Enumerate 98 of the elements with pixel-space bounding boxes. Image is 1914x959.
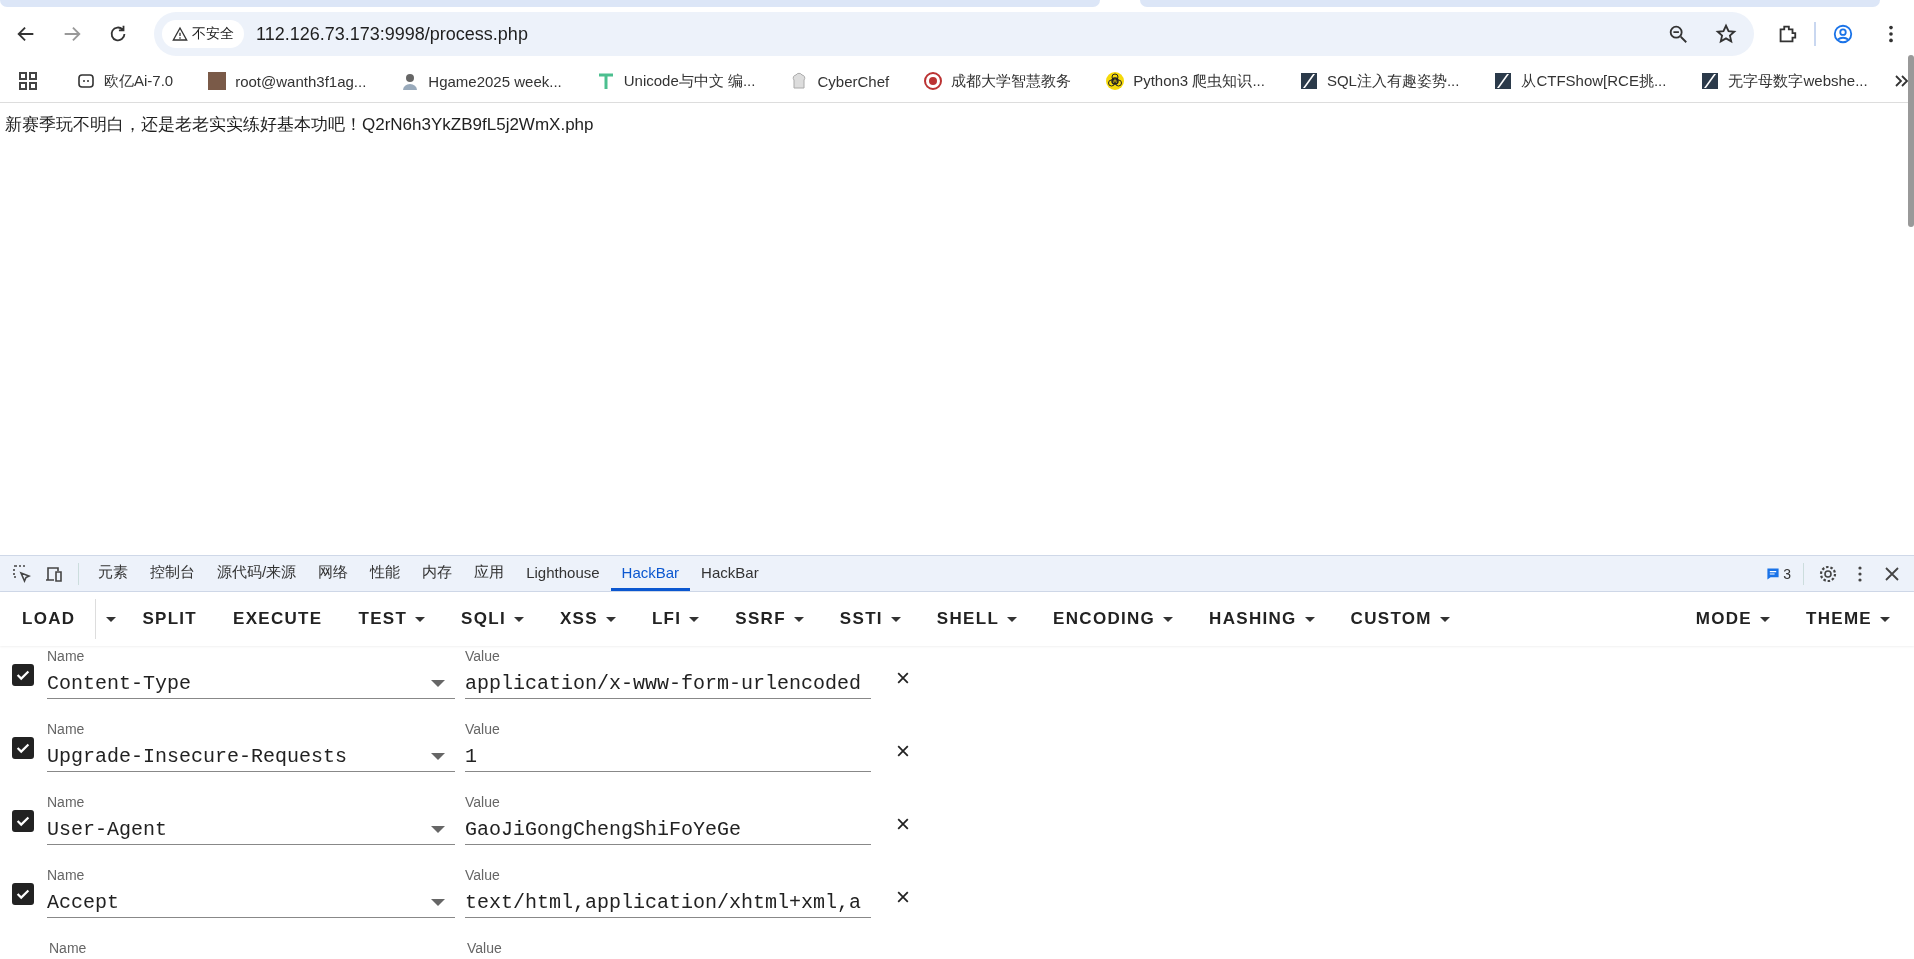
caret-icon — [431, 825, 445, 833]
caret-icon — [431, 679, 445, 687]
star-icon[interactable] — [1715, 23, 1737, 45]
checkbox[interactable] — [12, 664, 34, 686]
address-bar[interactable]: 不安全 112.126.73.173:9998/process.php — [154, 12, 1754, 56]
dropdown-menu-button[interactable]: CUSTOM — [1332, 599, 1468, 639]
devtools-tab[interactable]: 源代码/来源 — [206, 556, 308, 591]
bookmark[interactable]: 欧亿Ai-7.0 — [66, 67, 184, 95]
caret-icon — [689, 616, 700, 622]
devtools-tab[interactable]: 内存 — [411, 556, 464, 591]
devtools-tab[interactable]: Lighthouse — [515, 556, 611, 591]
bookmark[interactable]: 无字母数字webshe... — [1690, 67, 1878, 95]
dropdown-menu-button[interactable]: SSTI — [821, 599, 919, 639]
caret-icon — [1163, 616, 1174, 622]
header-value-field[interactable]: 1 — [465, 744, 871, 768]
slash-square-icon — [1298, 71, 1319, 91]
settings-icon[interactable] — [1818, 563, 1838, 584]
caret-icon — [1439, 616, 1450, 622]
dropdown-menu-button[interactable]: ENCODING — [1035, 599, 1192, 639]
dropdown-menu-button[interactable]: THEME — [1788, 599, 1908, 639]
devtools-tab[interactable]: 元素 — [87, 556, 139, 591]
caret-icon — [605, 616, 616, 622]
devtools-tab[interactable]: HackBar — [690, 556, 770, 591]
caret-icon — [514, 616, 524, 622]
checkbox[interactable] — [12, 883, 34, 905]
caret-icon — [1007, 616, 1018, 622]
caret-icon — [1304, 616, 1315, 622]
inspect-element-icon[interactable] — [12, 563, 32, 584]
dropdown-menu-button[interactable]: TEST — [340, 599, 444, 639]
bookmark[interactable]: Hgame2025 week... — [390, 67, 572, 95]
header-name-field[interactable]: User-Agent — [47, 817, 431, 841]
apps-grid-icon[interactable] — [18, 71, 38, 91]
caret-icon — [890, 616, 901, 622]
field-label: Name — [47, 648, 86, 664]
header-value-field[interactable]: application/x-www-form-urlencoded — [465, 671, 871, 695]
bookmark[interactable]: 成都大学智慧教务 — [913, 67, 1082, 95]
toolbar-button[interactable]: SPLIT — [124, 599, 216, 639]
checkbox[interactable] — [12, 810, 34, 832]
chat-bubble-icon — [76, 71, 96, 91]
caret-icon — [1760, 616, 1770, 622]
bookmark[interactable]: Unicode与中文 编... — [585, 67, 766, 95]
devtools-tab[interactable]: 应用 — [463, 556, 516, 591]
slash-square-icon — [1493, 71, 1514, 91]
checkbox[interactable] — [12, 737, 34, 759]
dropdown-menu-button[interactable]: HASHING — [1191, 599, 1333, 639]
close-icon[interactable] — [895, 816, 911, 832]
round-seal-icon — [923, 71, 944, 91]
devtools-tab[interactable]: 网络 — [307, 556, 360, 591]
field-label: Name — [47, 867, 86, 883]
caret-icon — [793, 616, 804, 622]
field-label: Name — [49, 940, 88, 956]
dropdown-menu-button[interactable]: LFI — [633, 599, 718, 639]
issues-badge[interactable]: 3 — [1761, 565, 1795, 582]
header-name-field[interactable]: Content-Type — [47, 671, 431, 695]
header-value-field[interactable]: GaoJiGongChengShiFoYeGe — [465, 817, 871, 841]
field-label: Value — [465, 721, 501, 737]
zoom-out-icon[interactable] — [1667, 23, 1689, 45]
close-icon[interactable] — [895, 889, 911, 905]
caret-icon — [431, 898, 445, 906]
dropdown-menu-button[interactable]: MODE — [1677, 599, 1788, 639]
toolbar-button[interactable]: LOAD — [4, 599, 94, 639]
caret-icon — [1880, 616, 1890, 622]
dropdown-menu-button[interactable]: SHELL — [918, 599, 1036, 639]
devtools-tab[interactable]: 控制台 — [139, 556, 206, 591]
bookmark[interactable]: 从CTFShow[RCE挑... — [1483, 67, 1677, 95]
page-text: 新赛季玩不明白，还是老老实实练好基本功吧！Q2rN6h3YkZB9fL5j2WmX.php — [4, 114, 595, 136]
slash-square-icon — [1700, 71, 1721, 91]
close-icon[interactable] — [895, 670, 911, 686]
field-label: Name — [47, 721, 86, 737]
url-text: 112.126.73.173:9998/process.php — [256, 23, 529, 45]
dropdown-menu-button[interactable]: SSRF — [717, 599, 822, 639]
header-value-field[interactable]: text/html,application/xhtml+xml,a — [465, 890, 871, 914]
devtools-tab[interactable]: HackBar — [610, 556, 691, 591]
warning-icon — [172, 26, 188, 42]
toolbar-button[interactable]: EXECUTE — [215, 599, 341, 639]
bookmark[interactable]: root@wanth3f1ag... — [197, 67, 377, 95]
header-name-field[interactable]: Accept — [47, 890, 431, 914]
field-label: Value — [465, 648, 501, 664]
field-label: Value — [467, 940, 502, 956]
close-icon[interactable] — [895, 743, 911, 759]
security-chip[interactable]: 不安全 — [162, 20, 244, 48]
photo-placeholder — [207, 71, 228, 91]
header-name-field[interactable]: Upgrade-Insecure-Requests — [47, 744, 431, 768]
field-label: Value — [465, 794, 501, 810]
caret-icon — [106, 616, 117, 622]
biohazard-icon — [1105, 71, 1126, 91]
field-label: Name — [47, 794, 86, 810]
profile-icon[interactable] — [1832, 23, 1854, 45]
bookmark[interactable]: CyberChef — [779, 67, 900, 95]
bookmark[interactable]: SQL注入有趣姿势... — [1288, 67, 1470, 95]
field-label: Value — [465, 867, 501, 883]
caret-icon — [431, 752, 445, 760]
dropdown-menu-button[interactable]: XSS — [542, 599, 634, 639]
caret-icon — [415, 616, 426, 622]
dropdown-menu-button[interactable]: SQLI — [443, 599, 542, 639]
devtools-tab[interactable]: 性能 — [359, 556, 412, 591]
bookmark[interactable]: Python3 爬虫知识... — [1095, 67, 1275, 95]
scrollbar[interactable] — [1908, 55, 1914, 227]
